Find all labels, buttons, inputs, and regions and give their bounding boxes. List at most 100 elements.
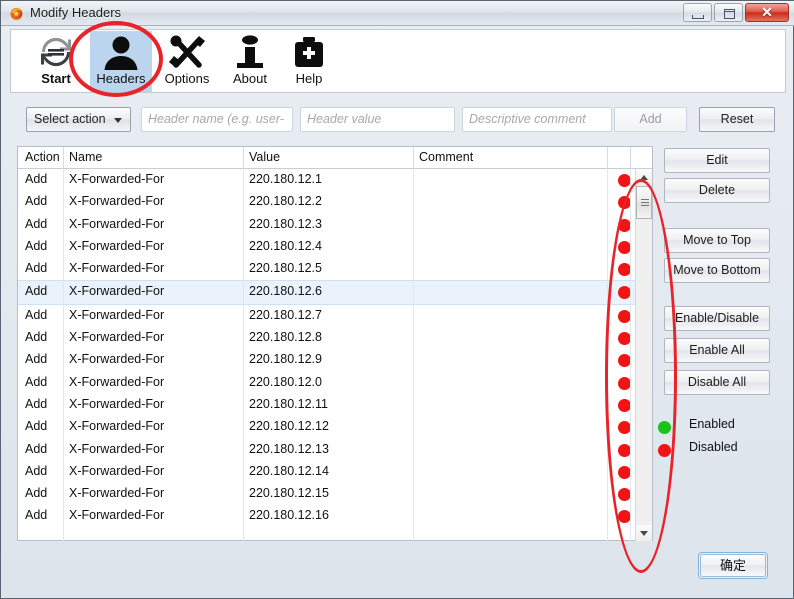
cell-name: X-Forwarded-For xyxy=(69,194,165,209)
delete-button[interactable]: Delete xyxy=(664,178,770,203)
cell-value: 220.180.12.9 xyxy=(249,352,322,367)
column-header-comment[interactable]: Comment xyxy=(419,150,473,164)
table-row[interactable]: Add X-Forwarded-For 220.180.12.0 xyxy=(18,372,652,394)
action-select[interactable]: Select action xyxy=(26,107,131,132)
cell-value: 220.180.12.12 xyxy=(249,419,329,434)
add-button[interactable]: Add xyxy=(614,107,687,132)
enable-all-button[interactable]: Enable All xyxy=(664,338,770,363)
column-divider[interactable] xyxy=(243,147,244,169)
table-row[interactable]: Add X-Forwarded-For 220.180.12.1 xyxy=(18,169,652,191)
cell-value: 220.180.12.11 xyxy=(249,396,329,411)
cell-name: X-Forwarded-For xyxy=(69,330,165,345)
info-icon xyxy=(237,35,263,68)
tab-options[interactable]: Options xyxy=(156,31,218,92)
column-header-value[interactable]: Value xyxy=(249,150,280,164)
refresh-icon xyxy=(41,37,71,67)
toolbar: Start Headers Options About Help xyxy=(10,29,786,93)
tab-help[interactable]: Help xyxy=(278,31,340,92)
reset-button[interactable]: Reset xyxy=(699,107,775,132)
table-row[interactable]: Add X-Forwarded-For 220.180.12.7 xyxy=(18,305,652,327)
grid-line xyxy=(63,169,64,541)
table-row[interactable]: Add X-Forwarded-For 220.180.12.2 xyxy=(18,191,652,213)
close-button[interactable]: ✕ xyxy=(745,3,789,22)
column-header-action[interactable]: Action xyxy=(25,150,60,164)
cell-action: Add xyxy=(25,508,48,523)
disabled-status-dot-icon xyxy=(658,444,671,457)
cell-action: Add xyxy=(25,374,48,389)
column-divider[interactable] xyxy=(630,147,631,169)
table-row[interactable]: Add X-Forwarded-For 220.180.12.14 xyxy=(18,461,652,483)
table-row[interactable]: Add X-Forwarded-For 220.180.12.15 xyxy=(18,483,652,505)
cell-value: 220.180.12.4 xyxy=(249,238,322,253)
cell-action: Add xyxy=(25,238,48,253)
tools-icon xyxy=(169,35,205,68)
title-bar: Modify Headers ✕ xyxy=(1,1,794,26)
scrollbar-thumb[interactable] xyxy=(636,186,652,219)
table-row[interactable]: Add X-Forwarded-For 220.180.12.12 xyxy=(18,416,652,438)
cell-value: 220.180.12.2 xyxy=(249,194,322,209)
table-row[interactable]: Add X-Forwarded-For 220.180.12.11 xyxy=(18,394,652,416)
table-row[interactable]: Add X-Forwarded-For 220.180.12.6 xyxy=(18,280,652,305)
column-header-name[interactable]: Name xyxy=(69,150,102,164)
column-divider[interactable] xyxy=(413,147,414,169)
maximize-button[interactable] xyxy=(714,3,743,22)
cell-name: X-Forwarded-For xyxy=(69,172,165,186)
move-to-top-button[interactable]: Move to Top xyxy=(664,228,770,253)
grid-line xyxy=(243,169,244,541)
cell-value: 220.180.12.16 xyxy=(249,508,329,523)
legend-disabled-label: Disabled xyxy=(689,440,738,454)
cell-value: 220.180.12.7 xyxy=(249,307,322,322)
cell-name: X-Forwarded-For xyxy=(69,463,165,478)
cell-name: X-Forwarded-For xyxy=(69,396,165,411)
table-header-row: Action Name Value Comment xyxy=(18,147,652,169)
cell-action: Add xyxy=(25,419,48,434)
cell-value: 220.180.12.3 xyxy=(249,216,322,231)
table-row[interactable]: Add X-Forwarded-For 220.180.12.4 xyxy=(18,236,652,258)
chevron-down-icon xyxy=(114,118,122,123)
table-row[interactable]: Add X-Forwarded-For 220.180.12.5 xyxy=(18,258,652,280)
person-icon xyxy=(104,36,138,70)
enable-disable-button[interactable]: Enable/Disable xyxy=(664,306,770,331)
action-select-value: Select action xyxy=(34,112,106,126)
cell-name: X-Forwarded-For xyxy=(69,307,165,322)
grid-line xyxy=(607,169,608,541)
cell-value: 220.180.12.5 xyxy=(249,261,322,276)
comment-input[interactable]: Descriptive comment xyxy=(462,107,612,132)
move-to-bottom-button[interactable]: Move to Bottom xyxy=(664,258,770,283)
scroll-up-arrow-icon[interactable] xyxy=(636,169,652,185)
table-row[interactable]: Add X-Forwarded-For 220.180.12.9 xyxy=(18,349,652,371)
ok-button[interactable]: 确定 xyxy=(700,554,766,577)
grid-line xyxy=(413,169,414,541)
tab-start[interactable]: Start xyxy=(25,31,87,92)
close-icon: ✕ xyxy=(761,4,773,20)
header-name-input[interactable]: Header name (e.g. user- xyxy=(141,107,293,132)
maximize-icon xyxy=(723,9,735,19)
headers-table: Action Name Value Comment Add X-Forwarded… xyxy=(17,146,653,541)
cell-value: 220.180.12.13 xyxy=(249,441,329,456)
cell-name: X-Forwarded-For xyxy=(69,216,165,231)
table-row[interactable]: Add X-Forwarded-For 220.180.12.3 xyxy=(18,214,652,236)
cell-name: X-Forwarded-For xyxy=(69,486,165,501)
table-body: Add X-Forwarded-For 220.180.12.1 Add X-Forwa… xyxy=(18,169,652,541)
cell-value: 220.180.12.14 xyxy=(249,463,329,478)
table-row[interactable]: Add X-Forwarded-For 220.180.12.13 xyxy=(18,439,652,461)
cell-name: X-Forwarded-For xyxy=(69,419,165,434)
table-row[interactable]: Add X-Forwarded-For 220.180.12.16 xyxy=(18,505,652,527)
modify-headers-window: Modify Headers ✕ Start Headers Options A… xyxy=(0,0,794,599)
table-row[interactable]: Add X-Forwarded-For 220.180.12.8 xyxy=(18,327,652,349)
legend-disabled: Disabled xyxy=(658,440,738,457)
cell-action: Add xyxy=(25,463,48,478)
table-vertical-scrollbar[interactable] xyxy=(635,169,652,541)
header-value-input[interactable]: Header value xyxy=(300,107,455,132)
tab-headers[interactable]: Headers xyxy=(90,31,152,92)
cell-value: 220.180.12.15 xyxy=(249,486,329,501)
cell-value: 220.180.12.6 xyxy=(249,284,322,299)
minimize-button[interactable] xyxy=(683,3,712,22)
grid-line xyxy=(630,169,631,541)
header-entry-form: Select action Header name (e.g. user- He… xyxy=(10,93,786,141)
scroll-down-arrow-icon[interactable] xyxy=(636,525,652,541)
disable-all-button[interactable]: Disable All xyxy=(664,370,770,395)
column-divider[interactable] xyxy=(607,147,608,169)
column-divider[interactable] xyxy=(63,147,64,169)
edit-button[interactable]: Edit xyxy=(664,148,770,173)
